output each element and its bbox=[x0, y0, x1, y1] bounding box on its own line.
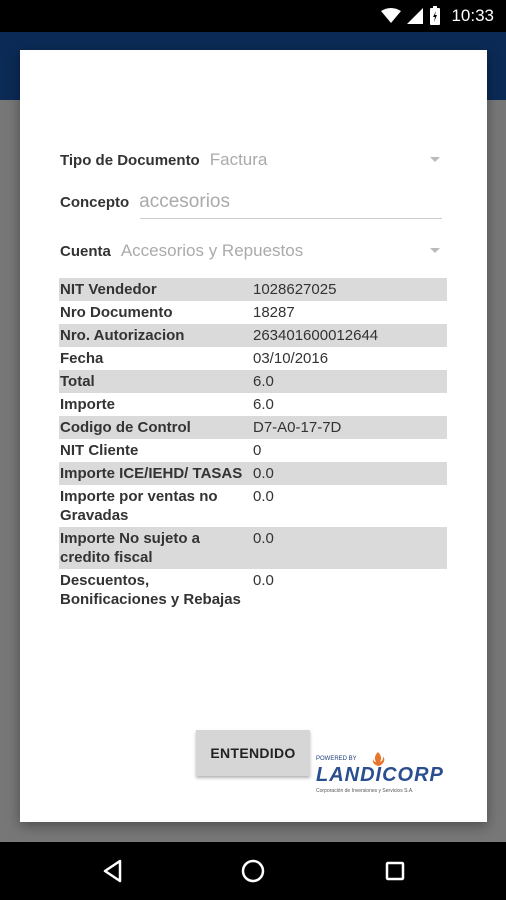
row-key: Total bbox=[59, 370, 252, 393]
status-bar: 10:33 bbox=[0, 0, 506, 32]
row-value: 263401600012644 bbox=[252, 324, 447, 347]
row-value: 03/10/2016 bbox=[253, 350, 329, 367]
navigation-bar bbox=[0, 842, 506, 900]
battery-icon bbox=[430, 6, 441, 25]
row-value: 6.0 bbox=[252, 370, 447, 393]
tipo-documento-label: Tipo de Documento bbox=[60, 152, 200, 169]
concepto-underline bbox=[140, 218, 442, 219]
cuenta-value: Accesorios y Repuestos bbox=[120, 241, 304, 260]
table-row: NIT Vendedor 1028627025 bbox=[59, 278, 447, 301]
brand-name: LANDICORP bbox=[316, 764, 444, 786]
table-row: NIT Cliente 0 bbox=[59, 439, 447, 462]
row-value: 0 bbox=[253, 442, 262, 459]
row-key: Importe ICE/IEHD/ TASAS bbox=[59, 462, 252, 485]
status-time: 10:33 bbox=[451, 6, 494, 25]
row-value: 0.0 bbox=[253, 572, 274, 589]
row-key: NIT Cliente bbox=[60, 442, 139, 459]
entendido-button[interactable]: ENTENDIDO bbox=[196, 730, 310, 776]
table-row: Descuentos, Bonificaciones y Rebajas 0.0 bbox=[59, 569, 447, 611]
row-key: Nro Documento bbox=[60, 304, 173, 321]
table-row: Nro Documento 18287 bbox=[59, 301, 447, 324]
table-row: Importe 6.0 bbox=[59, 393, 447, 416]
row-value: 18287 bbox=[253, 304, 295, 321]
table-row: Codigo de Control D7-A0-17-7D bbox=[59, 416, 447, 439]
chevron-down-icon bbox=[430, 248, 440, 253]
table-row: Fecha 03/10/2016 bbox=[59, 347, 447, 370]
back-icon[interactable] bbox=[98, 856, 128, 886]
row-key: Importe No sujeto a credito fiscal bbox=[59, 527, 252, 569]
status-icons: 10:33 bbox=[381, 4, 494, 28]
concepto-label: Concepto bbox=[60, 194, 130, 211]
landicorp-logo: POWERED BY LANDICORP Corporación de Inve… bbox=[316, 752, 456, 794]
wifi-icon bbox=[381, 8, 402, 23]
invoice-dialog: Tipo de Documento Factura Concepto acces… bbox=[20, 50, 487, 822]
chevron-down-icon bbox=[430, 157, 440, 162]
table-row: Nro. Autorizacion 263401600012644 bbox=[59, 324, 447, 347]
concepto-input[interactable]: accesorios bbox=[139, 191, 230, 213]
home-icon[interactable] bbox=[238, 856, 268, 886]
row-key: Importe por ventas no Gravadas bbox=[60, 488, 218, 524]
row-value: 0.0 bbox=[252, 527, 447, 569]
tipo-documento-field[interactable]: Tipo de Documento Factura bbox=[60, 150, 446, 170]
invoice-details-table: NIT Vendedor 1028627025 Nro Documento 1828… bbox=[59, 278, 447, 611]
powered-by-label: POWERED BY bbox=[316, 756, 357, 762]
row-key: Descuentos, Bonificaciones y Rebajas bbox=[60, 572, 241, 608]
table-row: Importe No sujeto a credito fiscal 0.0 bbox=[59, 527, 447, 569]
flame-icon bbox=[372, 752, 385, 766]
table-row: Importe por ventas no Gravadas 0.0 bbox=[59, 485, 447, 527]
row-key: NIT Vendedor bbox=[59, 278, 252, 301]
concepto-field[interactable]: Concepto accesorios bbox=[60, 191, 446, 213]
row-key: Importe bbox=[60, 396, 116, 413]
recents-icon[interactable] bbox=[380, 856, 410, 886]
row-value: 0.0 bbox=[253, 488, 274, 505]
tipo-documento-value: Factura bbox=[209, 150, 268, 169]
cuenta-field[interactable]: Cuenta Accesorios y Repuestos bbox=[60, 241, 446, 261]
row-value: D7-A0-17-7D bbox=[252, 416, 447, 439]
row-value: 0.0 bbox=[252, 462, 447, 485]
table-row: Total 6.0 bbox=[59, 370, 447, 393]
cuenta-label: Cuenta bbox=[60, 243, 111, 260]
row-value: 1028627025 bbox=[252, 278, 447, 301]
row-key: Codigo de Control bbox=[59, 416, 252, 439]
row-key: Fecha bbox=[60, 350, 104, 367]
signal-icon bbox=[407, 8, 424, 24]
row-value: 6.0 bbox=[253, 396, 274, 413]
row-key: Nro. Autorizacion bbox=[59, 324, 252, 347]
brand-subtitle: Corporación de Inversiones y Servicios S… bbox=[316, 788, 414, 794]
table-row: Importe ICE/IEHD/ TASAS 0.0 bbox=[59, 462, 447, 485]
